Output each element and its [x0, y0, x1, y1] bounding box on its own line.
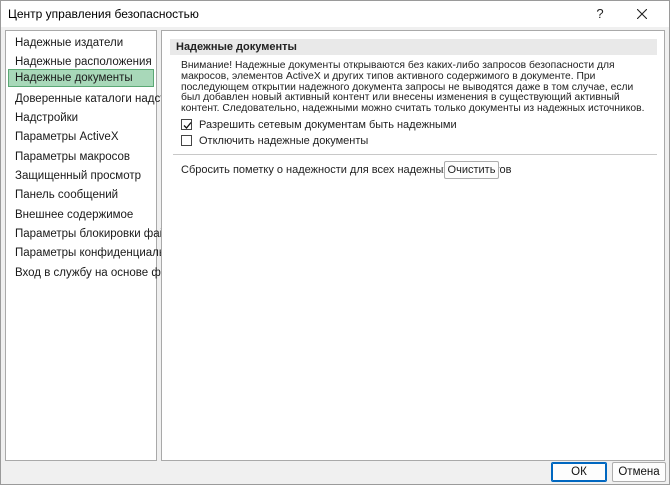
close-button[interactable]: [625, 3, 659, 25]
nav-item-trusted-documents[interactable]: Надежные документы: [8, 69, 154, 87]
disable-trusted-documents-checkbox[interactable]: [181, 135, 192, 146]
nav-item-protected-view[interactable]: Защищенный просмотр: [8, 167, 154, 185]
nav-item-external-content[interactable]: Внешнее содержимое: [8, 206, 154, 224]
close-icon: [637, 9, 647, 19]
checkmark-icon: [183, 122, 192, 129]
nav-item-activex-settings[interactable]: Параметры ActiveX: [8, 128, 154, 146]
help-button[interactable]: ?: [587, 3, 613, 25]
nav-item-trusted-addin-catalogs[interactable]: Доверенные каталоги надстроек: [8, 90, 190, 108]
clear-button[interactable]: Очистить: [444, 161, 499, 179]
title-bar: Центр управления безопасностью ?: [1, 1, 669, 27]
nav-item-file-block-settings[interactable]: Параметры блокировки файлов: [8, 225, 185, 243]
trust-center-dialog: Центр управления безопасностью ? Надежны…: [0, 0, 670, 485]
allow-network-documents-label: Разрешить сетевым документам быть надежн…: [199, 119, 457, 131]
nav-item-trusted-publishers[interactable]: Надежные издатели: [8, 34, 154, 52]
nav-item-privacy-options[interactable]: Параметры конфиденциальности: [8, 244, 195, 262]
section-title: Надежные документы: [170, 39, 657, 55]
nav-item-addins[interactable]: Надстройки: [8, 109, 154, 127]
category-list: Надежные издатели Надежные расположения …: [5, 30, 195, 461]
disable-trusted-documents-label: Отключить надежные документы: [199, 135, 369, 147]
nav-item-form-based-signin[interactable]: Вход в службу на основе формы: [8, 264, 190, 282]
cancel-button[interactable]: Отмена: [612, 462, 666, 482]
nav-item-macro-settings[interactable]: Параметры макросов: [8, 148, 154, 166]
settings-panel: Надежные документы Внимание! Надежные до…: [161, 30, 665, 461]
window-title: Центр управления безопасностью: [8, 7, 199, 21]
ok-button[interactable]: ОК: [551, 462, 607, 482]
divider: [173, 154, 657, 155]
warning-text: Внимание! Надежные документы открываются…: [181, 60, 645, 115]
allow-network-documents-checkbox[interactable]: [181, 119, 192, 130]
nav-item-message-bar[interactable]: Панель сообщений: [8, 186, 154, 204]
